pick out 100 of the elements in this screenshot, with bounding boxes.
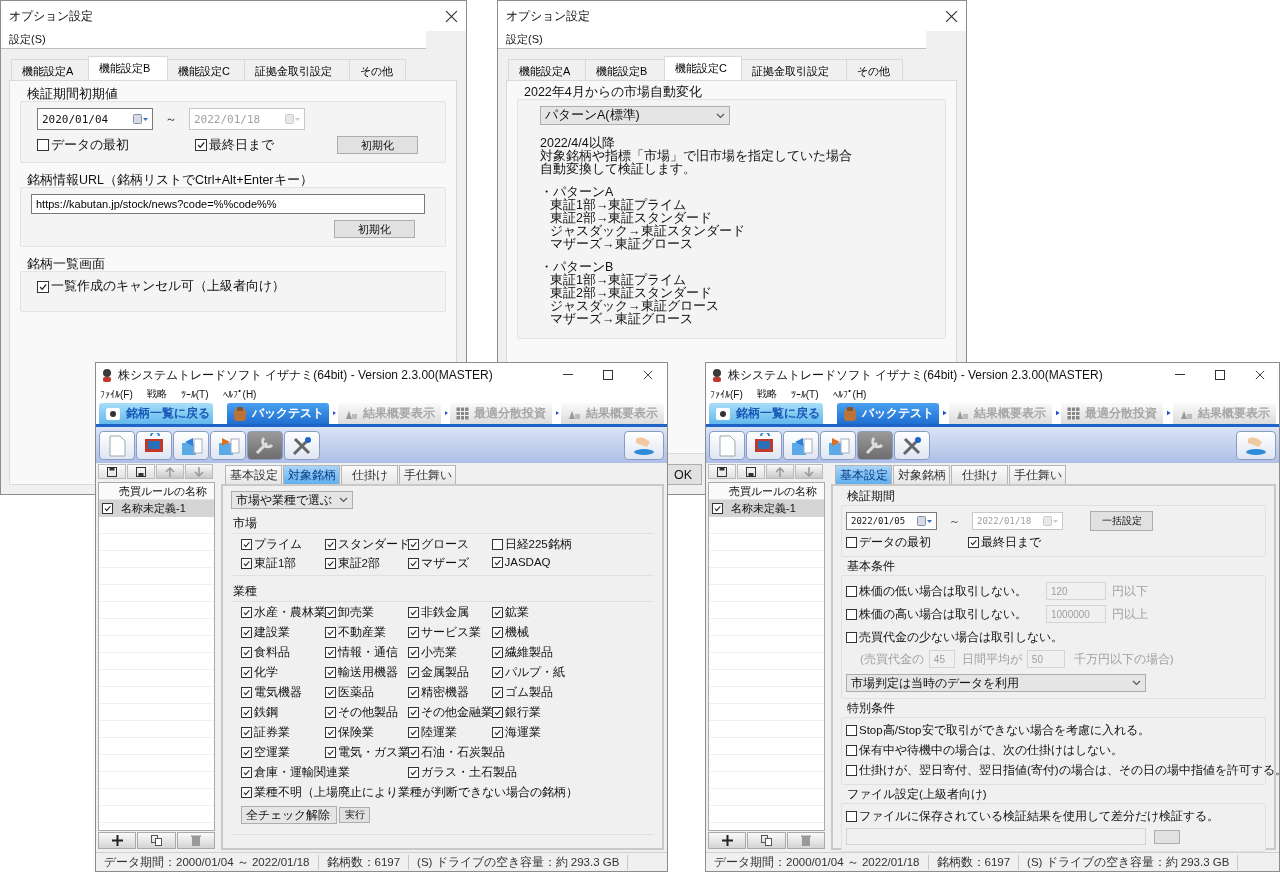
checkbox[interactable] [968,537,979,548]
checkbox[interactable] [241,607,252,618]
tab[interactable]: 機能設定A [508,59,586,80]
tab[interactable]: その他 [349,59,406,80]
checkbox[interactable] [408,607,419,618]
url-field[interactable]: https://kabutan.jp/stock/news?code=%%code%% [31,194,425,214]
maximize-icon[interactable] [603,370,613,380]
tab[interactable]: 仕掛け [341,465,398,484]
checkbox[interactable] [195,139,207,151]
rule-row[interactable]: 名称未定義-1 [99,500,214,517]
checkbox[interactable] [241,667,252,678]
checkbox[interactable] [324,707,336,718]
checkbox[interactable] [37,280,49,293]
checkbox[interactable] [324,647,336,658]
toolbar-button[interactable] [247,430,283,460]
date-field[interactable]: 2022/01/05 [846,512,937,530]
checkbox[interactable] [846,725,857,736]
checkbox[interactable] [324,539,336,550]
tab[interactable]: 手仕舞い [399,465,456,484]
date-field[interactable]: 2020/01/04 [37,108,153,130]
minimize-icon[interactable] [1175,374,1185,376]
tab[interactable]: 対象銘柄 [893,465,950,484]
tab[interactable]: 証拠金取引設定 [741,59,847,80]
checkbox[interactable] [408,667,419,678]
tab[interactable]: 機能設定B [88,56,168,80]
checkbox[interactable] [324,627,336,638]
menu-item[interactable]: ﾍﾙﾌﾟ(H) [222,388,257,400]
maximize-icon[interactable] [1215,370,1225,380]
checkbox[interactable] [241,627,252,638]
menu-item[interactable]: 設定(S) [9,32,46,47]
checkbox[interactable] [241,558,252,569]
checkbox[interactable] [408,727,419,738]
tab[interactable]: 機能設定B [585,59,665,80]
checkbox[interactable] [408,539,419,550]
add-button[interactable] [98,832,137,849]
menu-item[interactable]: 設定(S) [506,32,543,47]
checkbox[interactable] [241,707,252,718]
checkbox[interactable] [241,767,252,778]
toolbar-button[interactable] [1236,430,1276,460]
checkbox[interactable] [324,558,336,569]
save-button[interactable] [737,464,765,479]
menu-item[interactable]: ﾂｰﾙ(T) [180,388,209,400]
checkbox[interactable] [846,537,857,548]
toolbar-button[interactable] [210,430,246,460]
apply-all-button[interactable]: 一括設定 [1090,511,1153,531]
copy-button[interactable] [747,832,786,849]
toolbar-button[interactable] [746,430,782,460]
toolbar-button[interactable] [136,430,172,460]
toolbar-button[interactable] [624,430,664,460]
move-down-button[interactable] [185,464,213,479]
checkbox[interactable] [408,627,419,638]
tab[interactable]: 対象銘柄 [283,465,340,484]
market-dropdown[interactable]: 市場判定は当時のデータを利用 [846,674,1146,692]
checkbox[interactable] [491,727,503,738]
save-button[interactable] [98,464,126,479]
toolbar-button[interactable] [173,430,209,460]
tab[interactable]: 基本設定 [225,465,282,484]
checkbox[interactable] [491,556,503,568]
checkbox[interactable] [491,627,503,638]
close-icon[interactable] [1255,370,1265,380]
nav-tab[interactable]: 銘柄一覧に戻る [99,403,213,424]
checkbox[interactable] [846,811,857,822]
reset-button[interactable]: 初期化 [334,220,415,238]
action-dropdown[interactable]: 全チェック解除 [241,806,337,824]
pattern-dropdown[interactable]: パターンA(標準) [540,106,730,125]
menu-item[interactable]: ﾌｧｲﾙ(F) [710,388,743,400]
save-button[interactable] [127,464,155,479]
file-path-field[interactable] [846,828,1146,845]
add-button[interactable] [708,832,747,849]
close-icon[interactable] [945,9,958,23]
nav-tab[interactable]: バックテスト [837,403,939,424]
toolbar-button[interactable] [894,430,930,460]
checkbox[interactable] [324,747,336,758]
checkbox[interactable] [37,139,49,151]
toolbar-button[interactable] [820,430,856,460]
checkbox[interactable] [241,687,252,698]
checkbox[interactable] [408,707,419,718]
toolbar-button[interactable] [857,430,893,460]
checkbox[interactable] [241,787,252,798]
checkbox[interactable] [408,767,419,778]
checkbox[interactable] [102,503,113,514]
checkbox[interactable] [408,687,419,698]
checkbox[interactable] [241,727,252,738]
reset-button[interactable]: 初期化 [337,136,418,154]
checkbox[interactable] [491,539,503,550]
checkbox[interactable] [491,647,503,658]
checkbox[interactable] [324,607,336,618]
checkbox[interactable] [324,727,336,738]
nav-tab[interactable]: 銘柄一覧に戻る [709,403,823,424]
toolbar-button[interactable] [284,430,320,460]
checkbox[interactable] [241,647,252,658]
checkbox[interactable] [241,539,252,550]
checkbox[interactable] [408,747,419,758]
nav-tab[interactable]: バックテスト [227,403,329,424]
checkbox[interactable] [491,667,503,678]
checkbox[interactable] [408,647,419,658]
menu-item[interactable]: 戦略 [146,387,167,401]
checkbox[interactable] [846,608,857,620]
checkbox[interactable] [324,687,336,698]
close-icon[interactable] [445,9,458,23]
